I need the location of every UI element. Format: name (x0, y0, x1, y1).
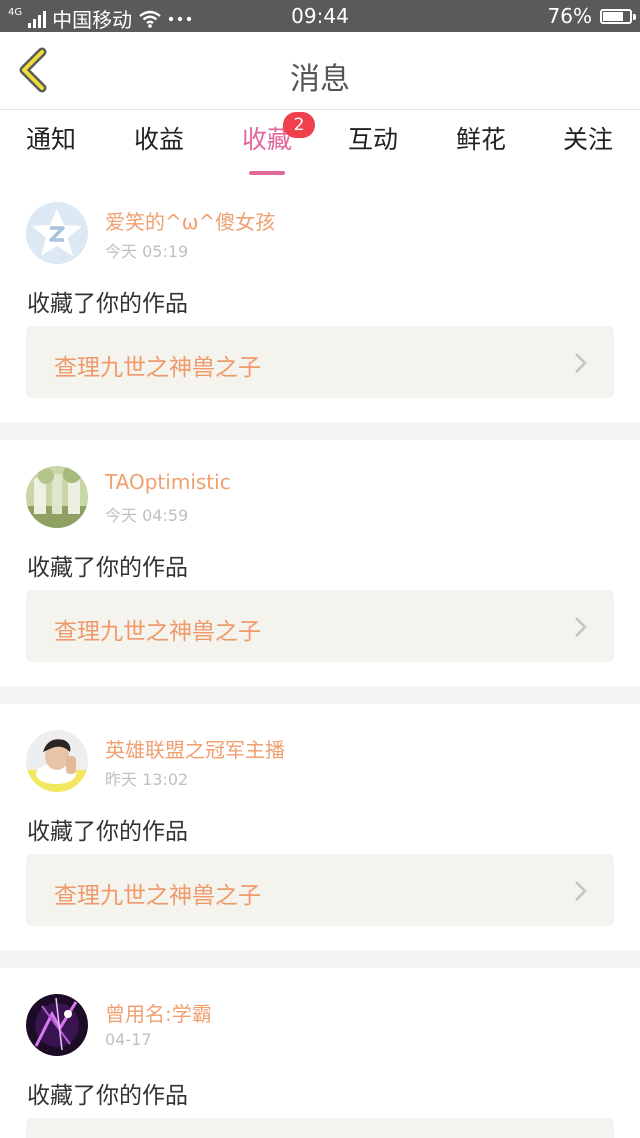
message-card: 爱笑的^ω^傻女孩 今天 05:19 收藏了你的作品 查理九世之神兽之子 (0, 176, 640, 422)
avatar[interactable] (26, 202, 88, 264)
status-bar: 4G 中国移动 09:44 76% (0, 0, 640, 32)
unread-badge: 2 (283, 112, 315, 138)
battery-level (603, 11, 623, 21)
timestamp: 昨天 13:02 (105, 770, 189, 789)
message-card: 英雄联盟之冠军主播 昨天 13:02 收藏了你的作品 查理九世之神兽之子 (0, 704, 640, 950)
tab-follows[interactable]: 关注 (538, 120, 638, 172)
timestamp: 今天 04:59 (105, 506, 189, 525)
action-text: 收藏了你的作品 (27, 291, 188, 317)
timestamp: 04-17 (105, 1030, 152, 1049)
username[interactable]: 曾用名:学霸 (105, 998, 212, 1027)
username[interactable]: TAOptimistic (105, 470, 231, 494)
avatar[interactable] (26, 730, 88, 792)
chevron-right-icon (575, 353, 587, 373)
tab-favorites[interactable]: 收藏 2 (217, 112, 317, 175)
work-title: 查理九世之神兽之子 (54, 355, 261, 381)
tab-bar: 通知 收益 收藏 2 互动 鲜花 关注 (0, 110, 640, 176)
action-text: 收藏了你的作品 (27, 819, 188, 845)
work-link[interactable] (26, 1118, 614, 1138)
tab-label: 收益 (133, 125, 184, 154)
active-tab-indicator (249, 171, 285, 175)
tab-label: 互动 (347, 125, 398, 154)
message-card: TAOptimistic 今天 04:59 收藏了你的作品 查理九世之神兽之子 (0, 440, 640, 686)
work-link[interactable]: 查理九世之神兽之子 (26, 854, 614, 926)
timestamp: 今天 05:19 (105, 242, 189, 261)
tab-notifications[interactable]: 通知 (1, 120, 101, 172)
action-text: 收藏了你的作品 (27, 1083, 188, 1109)
tab-label: 关注 (562, 125, 613, 154)
status-time: 09:44 (291, 4, 349, 28)
username[interactable]: 英雄联盟之冠军主播 (105, 734, 285, 763)
qzone-star-icon (26, 202, 88, 264)
chevron-right-icon (575, 881, 587, 901)
avatar[interactable] (26, 466, 88, 528)
avatar-photo (26, 466, 88, 528)
work-link[interactable]: 查理九世之神兽之子 (26, 590, 614, 662)
tab-label: 鲜花 (455, 125, 506, 154)
username[interactable]: 爱笑的^ω^傻女孩 (105, 206, 275, 235)
tab-earnings[interactable]: 收益 (109, 120, 209, 172)
tab-label: 通知 (25, 125, 76, 154)
battery-icon (600, 8, 636, 24)
tab-interactions[interactable]: 互动 (323, 120, 423, 172)
status-right: 76% (547, 4, 636, 28)
tab-flowers[interactable]: 鲜花 (431, 120, 531, 172)
nav-header: 消息 (0, 32, 640, 110)
avatar-photo (26, 730, 88, 792)
message-card: 曾用名:学霸 04-17 收藏了你的作品 (0, 968, 640, 1138)
battery-percent: 76% (547, 4, 592, 28)
avatar[interactable] (26, 994, 88, 1056)
chevron-right-icon (575, 617, 587, 637)
avatar-photo (26, 994, 88, 1056)
work-link[interactable]: 查理九世之神兽之子 (26, 326, 614, 398)
page-title: 消息 (290, 62, 350, 97)
action-text: 收藏了你的作品 (27, 555, 188, 581)
work-title: 查理九世之神兽之子 (54, 619, 261, 645)
work-title: 查理九世之神兽之子 (54, 883, 261, 909)
